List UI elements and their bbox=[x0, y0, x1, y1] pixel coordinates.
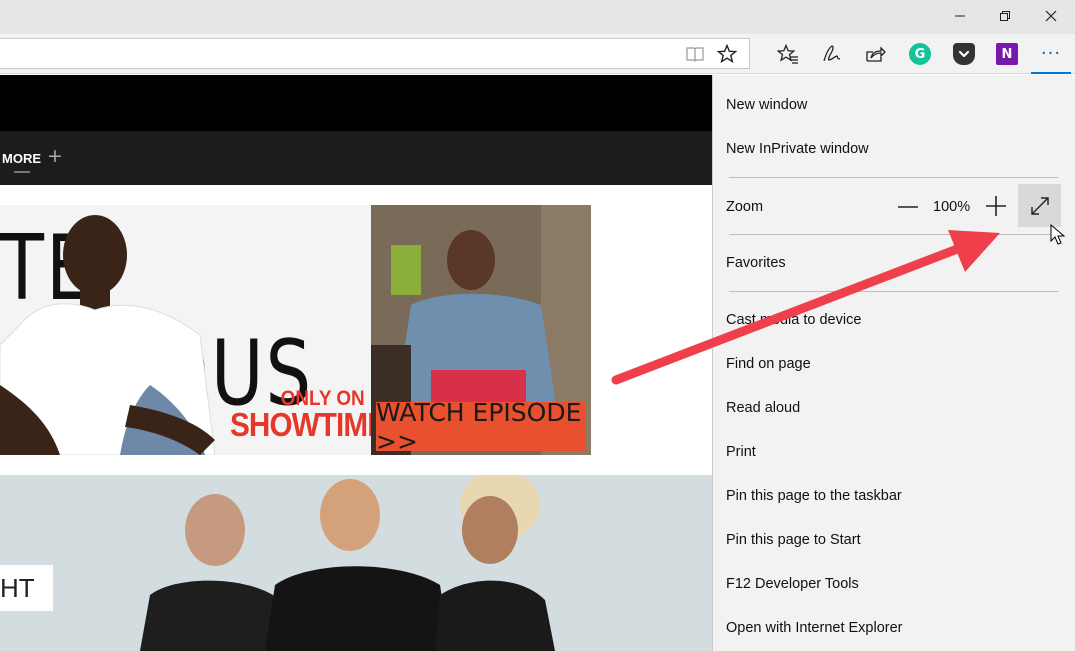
menu-item-new-inprivate-window[interactable]: New InPrivate window bbox=[726, 141, 869, 157]
favorites-hub-button[interactable] bbox=[775, 42, 801, 66]
menu-item-favorites[interactable]: Favorites bbox=[726, 255, 786, 271]
menu-item-read-aloud[interactable]: Read aloud bbox=[726, 400, 800, 416]
share-button[interactable] bbox=[862, 42, 888, 66]
star-icon bbox=[717, 44, 737, 64]
restore-icon bbox=[1000, 11, 1010, 21]
web-note-button[interactable] bbox=[818, 42, 844, 66]
menu-item-print[interactable]: Print bbox=[726, 444, 756, 460]
browser-window: G N ··· MORE + TE FAMOUS bbox=[0, 0, 1075, 651]
plus-icon[interactable]: + bbox=[47, 145, 63, 167]
onenote-icon: N bbox=[1001, 46, 1013, 62]
settings-and-more-button[interactable]: ··· bbox=[1031, 34, 1071, 74]
favorites-hub-icon bbox=[777, 44, 798, 64]
onenote-extension-button[interactable]: N bbox=[996, 43, 1018, 65]
ad-person-image bbox=[0, 215, 216, 455]
address-bar[interactable] bbox=[0, 38, 750, 69]
title-bar bbox=[0, 0, 1075, 34]
zoom-value: 100% bbox=[933, 199, 971, 215]
more-dots-icon: ··· bbox=[1040, 42, 1062, 64]
grammarly-icon: G bbox=[914, 46, 926, 62]
browser-toolbar: G N ··· bbox=[0, 34, 1075, 74]
showtime-ad-banner[interactable]: TE FAMOUS ONLY ON SHOWTIME bbox=[0, 205, 591, 455]
nav-more-link[interactable]: MORE bbox=[2, 151, 41, 166]
add-favorite-button[interactable] bbox=[714, 42, 740, 66]
site-header bbox=[0, 75, 712, 131]
ad-left-panel: TE FAMOUS ONLY ON SHOWTIME bbox=[0, 205, 387, 455]
mouse-cursor-icon bbox=[1050, 224, 1066, 245]
zoom-in-button[interactable] bbox=[984, 194, 1008, 218]
menu-divider bbox=[729, 177, 1058, 178]
restore-button[interactable] bbox=[982, 0, 1028, 32]
fullscreen-button[interactable] bbox=[1018, 184, 1061, 227]
menu-divider bbox=[729, 291, 1058, 292]
group-photo-image bbox=[0, 475, 712, 651]
menu-item-new-window[interactable]: New window bbox=[726, 97, 807, 113]
zoom-out-button[interactable] bbox=[896, 195, 920, 219]
article-photo-caption: HT bbox=[0, 565, 53, 611]
pocket-icon bbox=[958, 50, 970, 58]
menu-item-pin-to-start[interactable]: Pin this page to Start bbox=[726, 532, 861, 548]
showtime-logo-text: SHOWTIME bbox=[230, 406, 387, 443]
menu-divider bbox=[729, 234, 1058, 235]
close-icon bbox=[1045, 10, 1057, 22]
settings-menu: New window New InPrivate window Zoom 100… bbox=[712, 75, 1075, 651]
grammarly-extension-button[interactable]: G bbox=[909, 43, 931, 65]
pocket-extension-button[interactable] bbox=[953, 43, 975, 65]
site-nav: MORE + bbox=[0, 131, 712, 185]
close-button[interactable] bbox=[1028, 0, 1074, 32]
reading-view-icon bbox=[686, 47, 704, 62]
reading-view-button[interactable] bbox=[682, 42, 708, 66]
minimize-icon bbox=[955, 15, 965, 17]
minimize-button[interactable] bbox=[937, 0, 983, 32]
web-note-pen-icon bbox=[823, 45, 841, 62]
menu-item-f12-developer-tools[interactable]: F12 Developer Tools bbox=[726, 576, 859, 592]
watch-episode-button[interactable]: WATCH EPISODE >> bbox=[376, 398, 586, 455]
menu-item-pin-to-taskbar[interactable]: Pin this page to the taskbar bbox=[726, 488, 902, 504]
article-photo[interactable]: HT bbox=[0, 475, 712, 651]
zoom-label: Zoom bbox=[726, 199, 764, 215]
fullscreen-icon bbox=[1030, 196, 1049, 215]
share-icon bbox=[866, 46, 886, 62]
menu-item-cast-media[interactable]: Cast media to device bbox=[726, 312, 861, 328]
menu-item-open-with-ie[interactable]: Open with Internet Explorer bbox=[726, 620, 903, 636]
nav-underline bbox=[14, 171, 30, 173]
web-page-content: MORE + TE FAMOUS ONLY ON SHOWTIME bbox=[0, 75, 712, 651]
menu-item-find-on-page[interactable]: Find on page bbox=[726, 356, 811, 372]
